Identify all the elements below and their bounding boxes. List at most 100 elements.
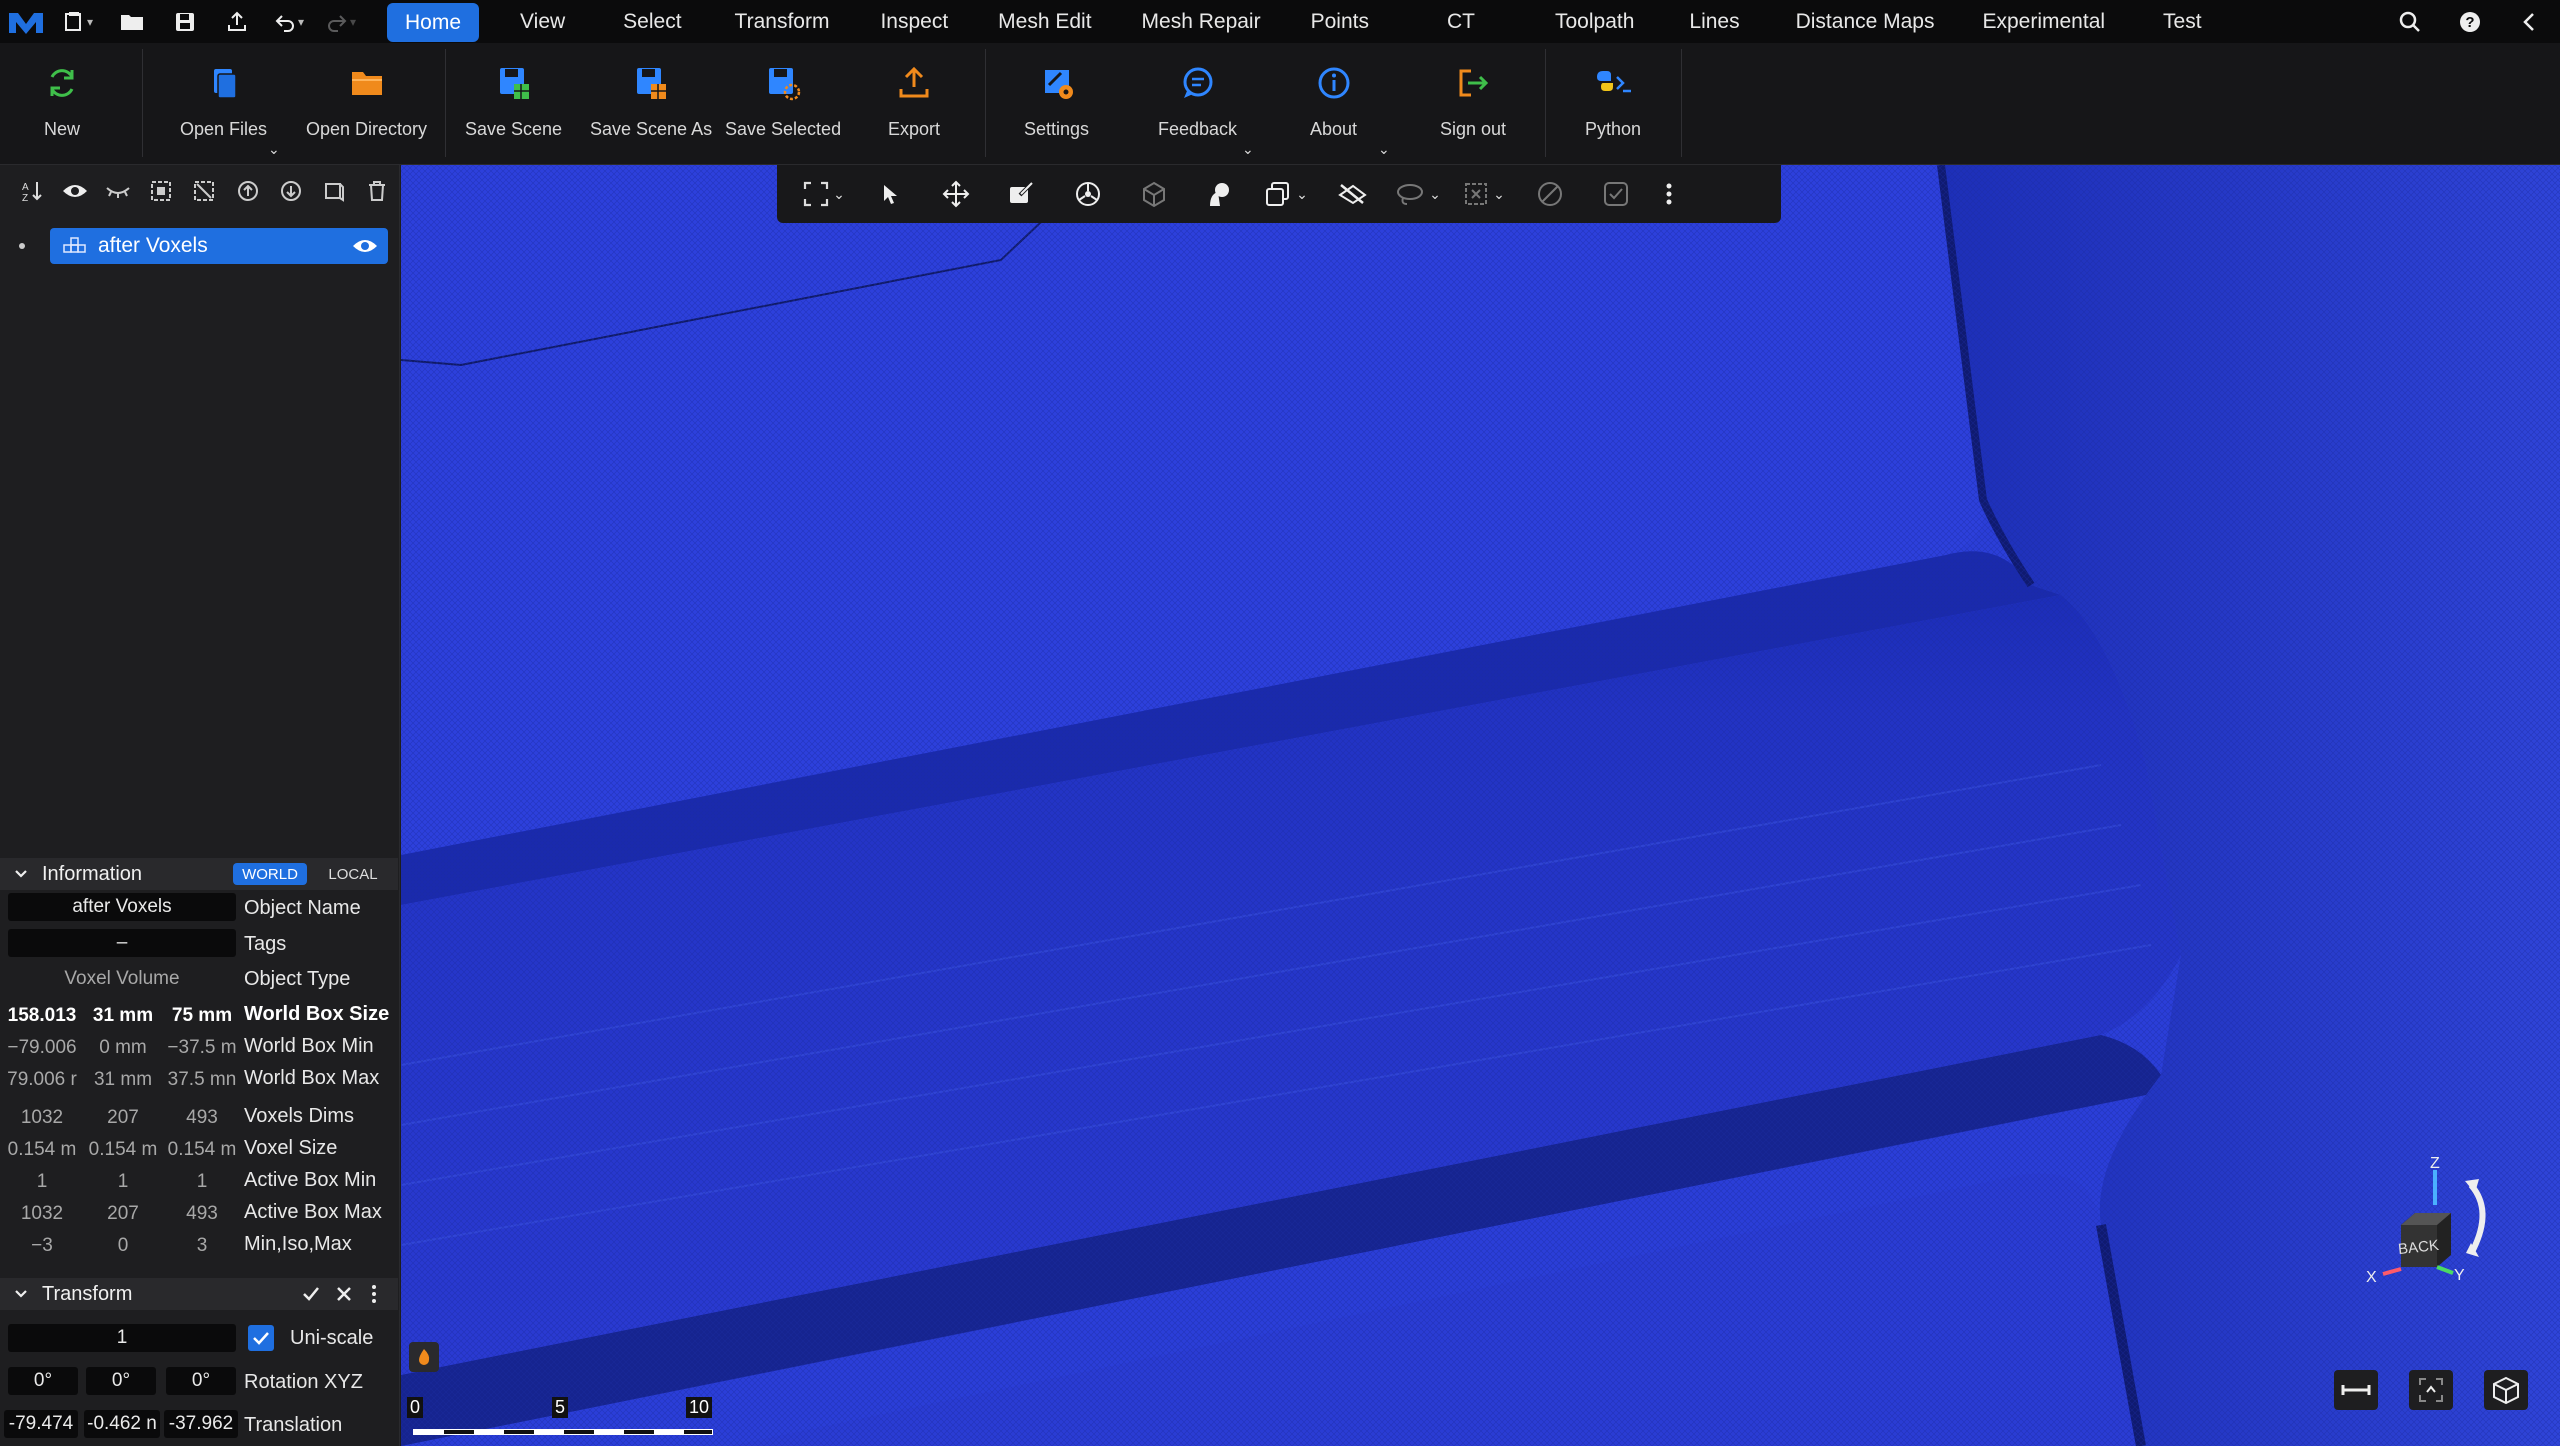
information-section-header[interactable]: Information WORLD LOCAL xyxy=(0,858,398,890)
visibility-eye-icon[interactable] xyxy=(352,238,378,254)
python-button[interactable]: Python xyxy=(1585,61,1641,140)
rotate-view-arrow-icon[interactable] xyxy=(2468,1183,2486,1252)
translation-y-field[interactable]: -0.462 n xyxy=(84,1410,160,1438)
tab-points[interactable]: Points xyxy=(1311,0,1369,43)
no-entry-icon[interactable] xyxy=(1517,165,1583,223)
sign-out-icon xyxy=(1451,61,1495,105)
translation-x-field[interactable]: -79.474 xyxy=(4,1410,78,1438)
tab-mesh-edit[interactable]: Mesh Edit xyxy=(998,0,1091,43)
undo-icon[interactable]: ▾ xyxy=(263,0,315,43)
export-button[interactable]: Export xyxy=(888,61,940,140)
new-button[interactable]: New xyxy=(40,61,84,140)
scale-field[interactable]: 1 xyxy=(8,1324,236,1352)
info-icon xyxy=(1312,61,1356,105)
world-box-max-label: World Box Max xyxy=(244,1067,380,1089)
object-name-field[interactable]: after Voxels xyxy=(8,893,236,921)
ribbon-separator xyxy=(1681,49,1682,157)
chevron-down-icon[interactable]: ⌄ xyxy=(1378,141,1390,158)
tags-field[interactable]: – xyxy=(8,929,236,957)
tab-transform[interactable]: Transform xyxy=(735,0,830,43)
svg-text:A: A xyxy=(22,182,29,193)
save-selected-button[interactable]: Save Selected xyxy=(725,61,841,140)
scene-item-after-voxels[interactable]: after Voxels xyxy=(50,228,388,264)
open-files-button[interactable]: Open Files ⌄ xyxy=(180,61,280,157)
uniscale-checkbox[interactable] xyxy=(248,1325,274,1351)
information-title: Information xyxy=(42,862,143,885)
split-view-icon[interactable] xyxy=(313,180,356,202)
viewport-toolbar: ⌄ ⌄ ⌄ ⌄ xyxy=(777,165,1781,223)
select-arrow-icon[interactable] xyxy=(857,165,923,223)
reset-close-icon[interactable] xyxy=(334,1284,354,1304)
local-toggle[interactable]: LOCAL xyxy=(312,863,394,885)
view-cube[interactable]: BACK Z X Y xyxy=(2341,1155,2501,1295)
redo-icon[interactable]: ▾ xyxy=(315,0,367,43)
clipping-plane-icon[interactable] xyxy=(1319,165,1385,223)
box-select-icon[interactable]: ⌄ xyxy=(1451,165,1517,223)
tab-lines[interactable]: Lines xyxy=(1689,0,1739,43)
save-scene-button[interactable]: Save Scene xyxy=(465,61,562,140)
orbit-icon[interactable] xyxy=(1055,165,1121,223)
lasso-select-icon[interactable]: ⌄ xyxy=(1385,165,1451,223)
about-button[interactable]: About ⌄ xyxy=(1310,61,1390,157)
tab-distance-maps[interactable]: Distance Maps xyxy=(1796,0,1935,43)
feedback-button[interactable]: Feedback ⌄ xyxy=(1158,61,1254,157)
about-label: About xyxy=(1310,119,1358,139)
ribbon-separator xyxy=(985,49,986,157)
apply-check-icon[interactable] xyxy=(301,1284,321,1304)
sign-out-button[interactable]: Sign out xyxy=(1440,61,1506,140)
chevron-down-icon[interactable]: ⌄ xyxy=(1242,141,1254,158)
deselect-all-icon[interactable] xyxy=(183,180,226,202)
rotation-y-field[interactable]: 0° xyxy=(86,1367,156,1395)
orthographic-toggle-button[interactable] xyxy=(2484,1370,2528,1410)
light-bulbs-icon[interactable] xyxy=(1187,165,1253,223)
search-icon[interactable] xyxy=(2380,10,2440,34)
new-file-dropdown-icon[interactable]: ▾ xyxy=(52,0,104,43)
tab-select[interactable]: Select xyxy=(623,0,681,43)
select-all-icon[interactable] xyxy=(140,180,183,202)
rotate-object-icon[interactable] xyxy=(1121,165,1187,223)
move-icon[interactable] xyxy=(923,165,989,223)
world-box-size-label: World Box Size xyxy=(244,1003,390,1025)
fit-screen-button[interactable] xyxy=(2409,1370,2453,1410)
fit-view-icon[interactable]: ⌄ xyxy=(791,165,857,223)
edit-transform-icon[interactable] xyxy=(989,165,1055,223)
tab-experimental[interactable]: Experimental xyxy=(1982,0,2105,43)
tab-view[interactable]: View xyxy=(520,0,565,43)
chevron-down-icon xyxy=(14,869,28,879)
save-scene-as-button[interactable]: Save Scene As xyxy=(590,61,712,140)
save-icon[interactable] xyxy=(159,0,211,43)
show-all-eye-icon[interactable] xyxy=(53,182,96,200)
viewport-more-options-icon[interactable] xyxy=(1649,165,1689,223)
3d-viewport[interactable]: ⌄ ⌄ ⌄ ⌄ 0 5 10 BACK Z X Y xyxy=(401,165,2560,1446)
transform-section-header[interactable]: Transform xyxy=(0,1278,398,1310)
chevron-down-icon[interactable]: ⌄ xyxy=(268,141,280,158)
copy-views-icon[interactable]: ⌄ xyxy=(1253,165,1319,223)
move-up-icon[interactable] xyxy=(226,180,269,202)
transform-title: Transform xyxy=(42,1282,133,1305)
move-down-icon[interactable] xyxy=(269,180,312,202)
collapse-chevron-icon[interactable] xyxy=(2500,10,2560,34)
profiler-flame-icon[interactable] xyxy=(409,1342,439,1372)
tab-test[interactable]: Test xyxy=(2163,0,2202,43)
rotation-z-field[interactable]: 0° xyxy=(166,1367,236,1395)
delete-trash-icon[interactable] xyxy=(356,180,399,202)
open-folder-icon[interactable] xyxy=(104,0,159,43)
sort-az-icon[interactable]: AZ xyxy=(10,179,53,203)
tab-toolpath[interactable]: Toolpath xyxy=(1555,0,1634,43)
tab-ct[interactable]: CT xyxy=(1447,0,1475,43)
tab-home[interactable]: Home xyxy=(387,3,480,42)
help-icon[interactable]: ? xyxy=(2440,10,2500,34)
open-directory-button[interactable]: Open Directory xyxy=(306,61,427,140)
tab-inspect[interactable]: Inspect xyxy=(880,0,948,43)
ribbon-separator xyxy=(142,49,143,157)
translation-z-field[interactable]: -37.962 xyxy=(164,1410,238,1438)
settings-button[interactable]: Settings xyxy=(1024,61,1089,140)
more-options-icon[interactable] xyxy=(370,1284,378,1304)
tab-mesh-repair[interactable]: Mesh Repair xyxy=(1142,0,1261,43)
export-icon[interactable] xyxy=(211,0,263,43)
rotation-x-field[interactable]: 0° xyxy=(8,1367,78,1395)
measure-ruler-button[interactable] xyxy=(2334,1370,2378,1410)
confirm-check-icon[interactable] xyxy=(1583,165,1649,223)
world-toggle[interactable]: WORLD xyxy=(233,863,307,885)
hide-all-eye-icon[interactable] xyxy=(96,182,139,200)
